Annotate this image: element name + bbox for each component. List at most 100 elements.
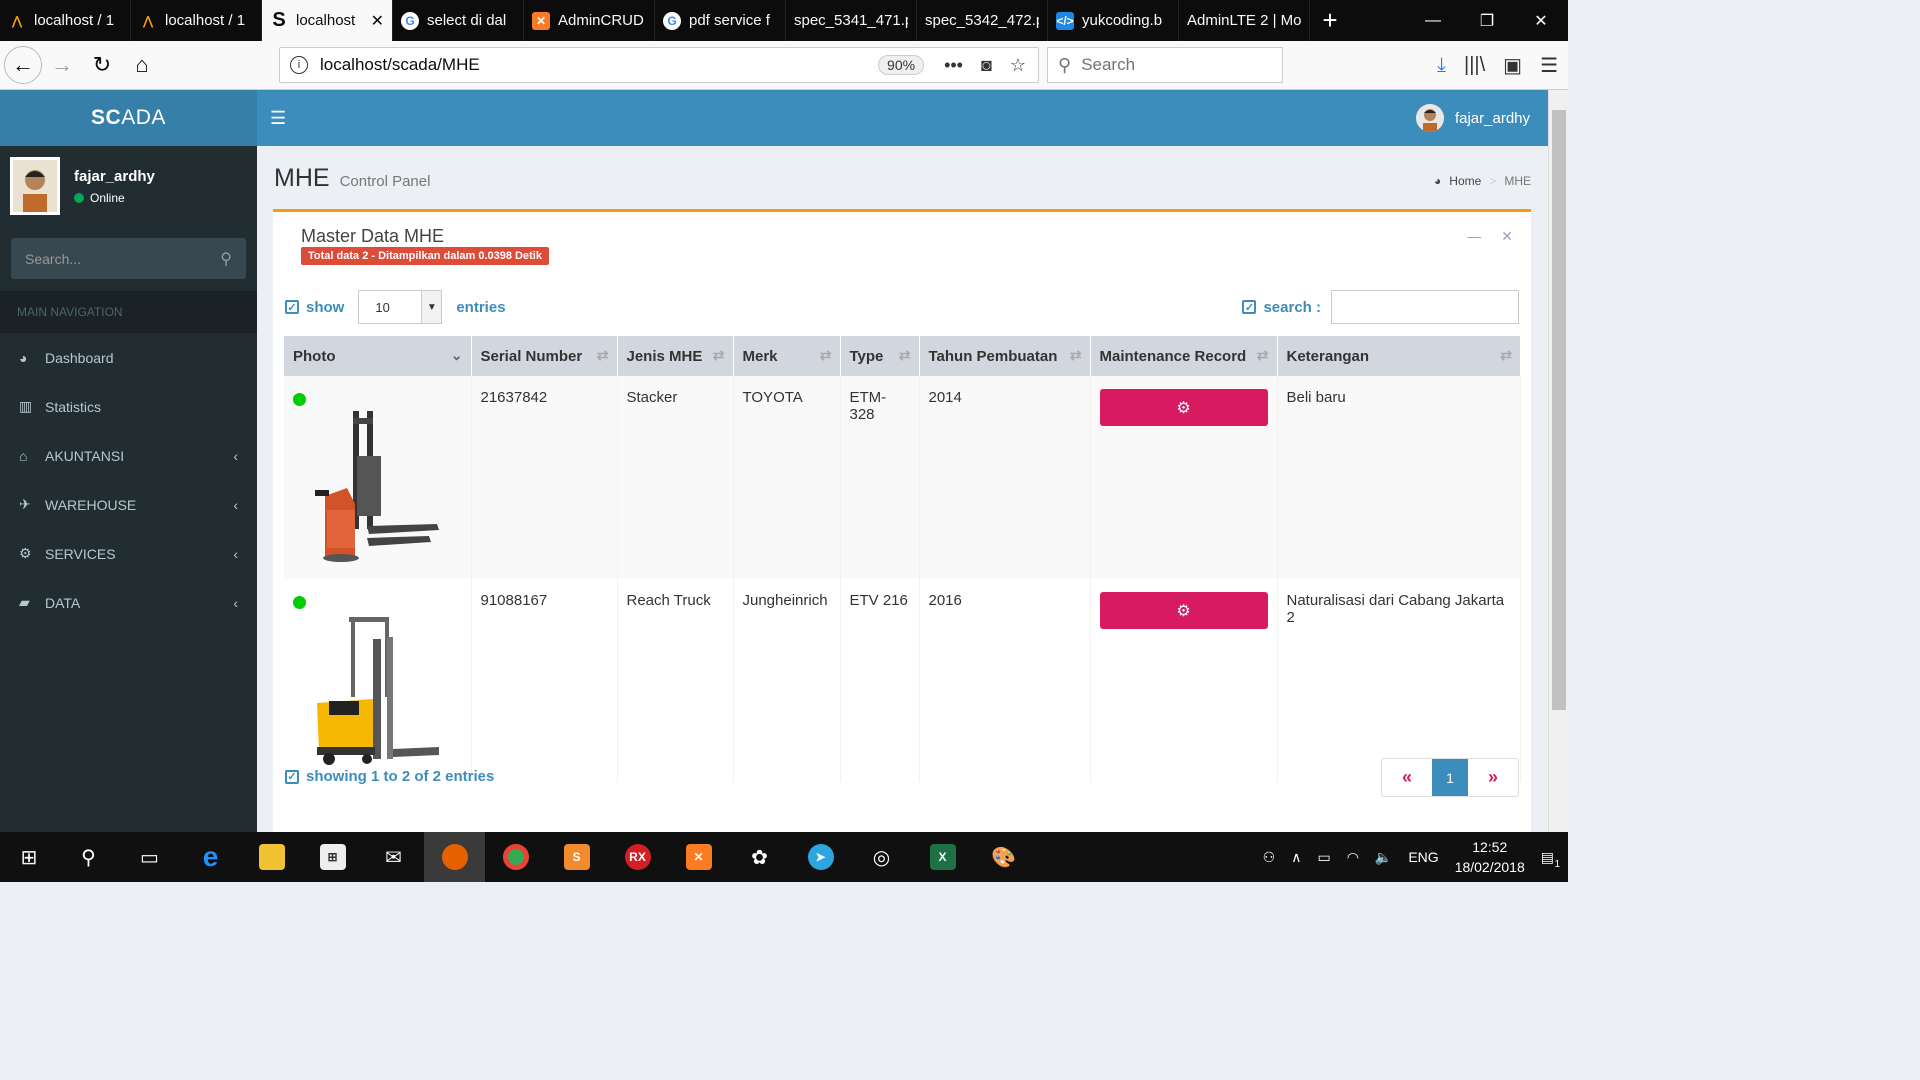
reload-icon[interactable]: ↻ <box>82 45 122 85</box>
chevron-left-icon: ‹ <box>233 496 238 513</box>
home-icon[interactable]: ⌂ <box>122 45 162 85</box>
back-icon[interactable]: ← <box>4 46 42 84</box>
download-icon[interactable]: ⤓ <box>1437 54 1446 77</box>
clock-date: 18/02/2018 <box>1454 859 1525 875</box>
sidebar-item-statistics[interactable]: ▥ Statistics <box>0 382 257 431</box>
scrollbar-thumb[interactable] <box>1552 110 1566 710</box>
breadcrumb-separator: > <box>1489 174 1497 188</box>
browser-tab-active[interactable]: Slocalhost ✕ <box>262 0 393 41</box>
dashboard-icon: ◕ <box>19 349 28 366</box>
battery-icon[interactable]: ▭ <box>1317 849 1330 866</box>
info-icon[interactable]: i <box>290 56 308 74</box>
language-indicator[interactable]: ENG <box>1408 849 1438 865</box>
serial-cell: 21637842 <box>471 376 618 579</box>
file-explorer-icon[interactable] <box>241 832 302 882</box>
chevron-down-icon[interactable]: ▼ <box>421 291 442 323</box>
sidebar-item-akuntansi[interactable]: ⌂ AKUNTANSI ‹ <box>0 431 257 480</box>
telegram-icon[interactable]: ➤ <box>790 832 851 882</box>
sidebar-toggle-icon[interactable]: ☰ <box>270 108 286 129</box>
maintenance-record-button[interactable]: ⚙ <box>1099 389 1268 426</box>
sidebar-search-input[interactable]: Search... ⚲ <box>11 238 246 279</box>
mail-icon[interactable]: ✉ <box>363 832 424 882</box>
column-header-maintenance[interactable]: Maintenance Record ⇄ <box>1090 336 1278 376</box>
search-placeholder: Search <box>1081 55 1136 74</box>
clock[interactable]: 12:52 18/02/2018 <box>1455 837 1525 877</box>
sidebar-toggle-icon[interactable]: ▣ <box>1503 53 1522 78</box>
sidebar-item-services[interactable]: ⚙ SERVICES ‹ <box>0 529 257 578</box>
column-header-type[interactable]: Type ⇄ <box>840 336 920 376</box>
paint-icon[interactable]: ✿ <box>729 832 790 882</box>
phpmyadmin-icon: ⋀ <box>143 13 153 28</box>
current-page-button[interactable]: 1 <box>1432 759 1468 796</box>
edge-icon[interactable]: e <box>180 832 241 882</box>
volume-icon[interactable]: 🔈 <box>1375 849 1392 866</box>
restore-icon[interactable]: ❐ <box>1460 0 1514 41</box>
url-text[interactable]: localhost/scada/MHE <box>320 55 878 75</box>
column-header-keterangan[interactable]: Keterangan ⇄ <box>1277 336 1521 376</box>
user-menu[interactable]: fajar_ardhy <box>1415 104 1530 132</box>
app-logo[interactable]: SC A DA <box>0 90 257 146</box>
pocket-icon[interactable]: ◙ <box>981 55 992 76</box>
store-icon[interactable]: ⊞ <box>302 832 363 882</box>
entries-select[interactable]: 10 ▼ <box>358 290 443 324</box>
sidebar-username: fajar_ardhy <box>74 167 155 185</box>
browser-tab[interactable]: </> yukcoding.b <box>1048 0 1179 41</box>
column-header-photo[interactable]: Photo ⌄ <box>284 336 472 376</box>
minimize-icon[interactable]: — <box>1406 0 1460 41</box>
column-header-tahun[interactable]: Tahun Pembuatan ⇄ <box>919 336 1091 376</box>
close-window-icon[interactable]: ✕ <box>1514 0 1568 41</box>
browser-tab[interactable]: Gselect di dal <box>393 0 524 41</box>
browser-tab[interactable]: ⋀ localhost / 1 <box>0 0 131 41</box>
close-tab-icon[interactable]: ✕ <box>371 11 384 31</box>
column-header-merk[interactable]: Merk ⇄ <box>733 336 841 376</box>
collapse-icon[interactable]: — <box>1467 228 1481 245</box>
sidebar-item-data[interactable]: ▰ DATA ‹ <box>0 578 257 627</box>
browser-tab[interactable]: ✕ AdminCRUD <box>524 0 655 41</box>
media-player-icon[interactable]: ◎ <box>851 832 912 882</box>
firefox-icon[interactable] <box>424 832 485 882</box>
rx-icon[interactable]: RX <box>607 832 668 882</box>
browser-tab[interactable]: AdminLTE 2 | Mo <box>1179 0 1310 41</box>
maintenance-cell: ⚙ <box>1090 579 1278 782</box>
url-bar[interactable]: i localhost/scada/MHE 90% ••• ◙ ☆ <box>279 47 1039 83</box>
bar-chart-icon: ▥ <box>19 398 33 414</box>
avatar <box>10 157 60 215</box>
wifi-icon[interactable]: ◠ <box>1347 849 1359 866</box>
zoom-indicator[interactable]: 90% <box>878 55 925 75</box>
people-icon[interactable]: ⚇ <box>1263 849 1276 866</box>
paint-palette-icon[interactable]: 🎨 <box>973 832 1034 882</box>
browser-tab[interactable]: spec_5341_471.p <box>786 0 917 41</box>
windows-start-icon[interactable]: ⊞ <box>0 832 58 882</box>
task-view-icon[interactable]: ▭ <box>119 832 180 882</box>
chevron-up-icon[interactable]: ∧ <box>1291 849 1301 866</box>
table-search-input[interactable] <box>1331 290 1519 324</box>
library-icon[interactable]: |||\ <box>1464 54 1485 77</box>
page-scrollbar[interactable] <box>1548 90 1568 832</box>
column-header-serial[interactable]: Serial Number ⇄ <box>471 336 618 376</box>
search-icon[interactable]: ⚲ <box>58 832 119 882</box>
sidebar-item-warehouse[interactable]: ✈ WAREHOUSE ‹ <box>0 480 257 529</box>
search-icon: ⚲ <box>1058 54 1072 75</box>
column-header-jenis[interactable]: Jenis MHE ⇄ <box>617 336 734 376</box>
prev-page-button[interactable]: « <box>1382 759 1432 796</box>
sublime-icon[interactable]: S <box>546 832 607 882</box>
search-icon[interactable]: ⚲ <box>220 249 232 269</box>
browser-tab[interactable]: Gpdf service f <box>655 0 786 41</box>
notification-icon[interactable]: ▤ 1 <box>1541 849 1560 870</box>
chrome-icon[interactable] <box>485 832 546 882</box>
browser-tab[interactable]: spec_5342_472.p <box>917 0 1048 41</box>
browser-tab[interactable]: ⋀ localhost / 1 <box>131 0 262 41</box>
next-page-button[interactable]: » <box>1468 759 1518 796</box>
breadcrumb-home[interactable]: Home <box>1449 174 1481 188</box>
browser-search-input[interactable]: ⚲ Search <box>1047 47 1283 83</box>
close-icon[interactable]: ✕ <box>1501 228 1513 245</box>
xampp-icon[interactable]: ✕ <box>668 832 729 882</box>
sidebar-item-dashboard[interactable]: ◕ Dashboard <box>0 333 257 382</box>
menu-icon[interactable]: ☰ <box>1540 53 1558 78</box>
excel-icon[interactable]: X <box>912 832 973 882</box>
bookmark-star-icon[interactable]: ☆ <box>1010 55 1026 76</box>
new-tab-icon[interactable]: + <box>1310 0 1350 41</box>
maintenance-record-button[interactable]: ⚙ <box>1099 592 1268 629</box>
more-actions-icon[interactable]: ••• <box>944 55 963 76</box>
forward-icon[interactable]: → <box>42 45 82 85</box>
